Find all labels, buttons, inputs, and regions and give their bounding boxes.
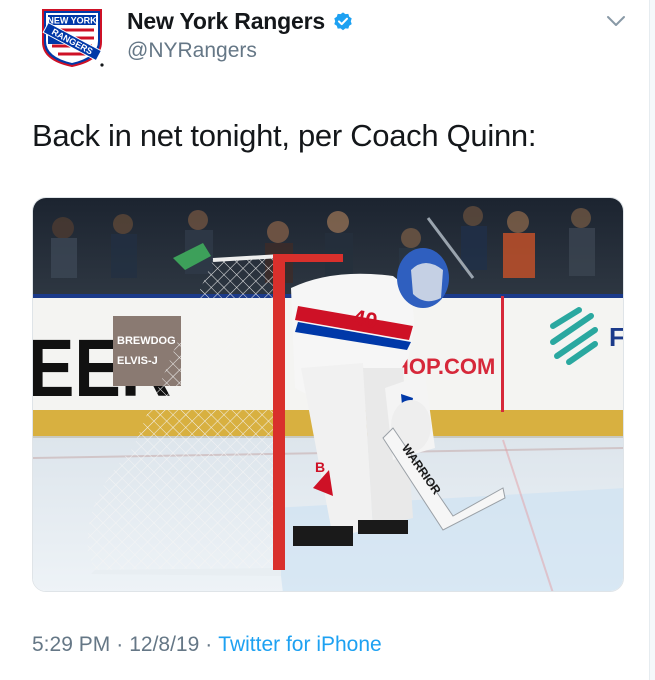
meta-separator: ·	[205, 633, 213, 656]
avatar[interactable]: NEW YORK RANGERS	[40, 8, 106, 68]
tweet: NEW YORK RANGERS New York Rangers @NYRan…	[0, 0, 655, 680]
board-text-shop: HOP.COM	[393, 354, 495, 379]
tweet-photo[interactable]: EER BREWDOG ELVIS-J HOP.COM F 40 B WARRI…	[32, 197, 624, 592]
logo-text-top: NEW YORK	[47, 16, 97, 26]
goal-post	[273, 254, 285, 570]
tweet-date[interactable]: 12/8/19	[129, 633, 199, 657]
pad-brand: B	[315, 459, 325, 475]
tweet-source-link[interactable]: Twitter for iPhone	[218, 633, 381, 657]
meta-separator: ·	[116, 633, 124, 656]
jersey-number: 40	[351, 304, 380, 334]
svg-text:F: F	[609, 322, 624, 352]
name-row: New York Rangers	[127, 8, 354, 35]
verified-badge-icon	[334, 11, 352, 30]
scrollbar-track[interactable]	[649, 0, 655, 680]
display-name[interactable]: New York Rangers	[127, 8, 325, 35]
tweet-text: Back in net tonight, per Coach Quinn:	[32, 118, 537, 153]
chevron-down-icon[interactable]	[606, 14, 626, 28]
tweet-time[interactable]: 5:29 PM	[32, 633, 110, 657]
sponsor-text-1: BREWDOG	[117, 335, 176, 347]
handle[interactable]: @NYRangers	[127, 39, 257, 63]
tweet-meta: 5:29 PM · 12/8/19 · Twitter for iPhone	[32, 633, 382, 657]
sponsor-text-2: ELVIS-J	[117, 355, 158, 367]
